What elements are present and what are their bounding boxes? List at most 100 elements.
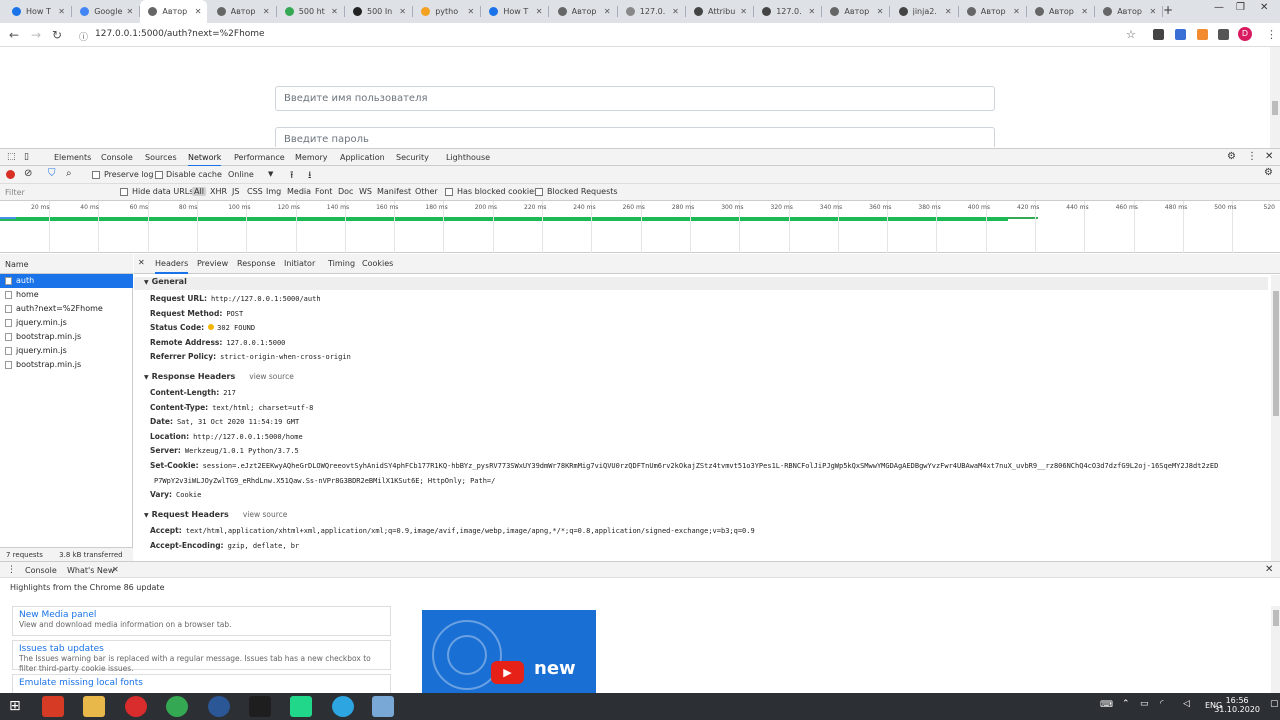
whats-new-video[interactable]: ▶ new xyxy=(422,610,596,693)
restore-icon[interactable]: ❐ xyxy=(1236,2,1245,13)
request-row[interactable]: jquery.min.js xyxy=(0,344,133,358)
youtube-play-icon[interactable]: ▶ xyxy=(491,661,524,684)
filter-type-xhr[interactable]: XHR xyxy=(210,187,227,196)
wifi-icon[interactable]: ◜ xyxy=(1160,699,1164,709)
filter-type-manifest[interactable]: Manifest xyxy=(377,187,411,196)
mysql-icon[interactable] xyxy=(249,696,271,717)
chevron-down-icon[interactable]: ▼ xyxy=(268,170,273,178)
filter-funnel-icon[interactable]: ⛉ xyxy=(48,168,56,179)
close-tab-icon[interactable]: ✕ xyxy=(399,7,406,16)
browser-tab[interactable]: Автор ✕ xyxy=(550,0,617,23)
browser-tab[interactable]: Автор ✕ xyxy=(822,0,889,23)
devtools-tab-elements[interactable]: Elements xyxy=(54,153,91,162)
close-tab-icon[interactable]: ✕ xyxy=(1013,7,1020,16)
browser-tab[interactable]: Автор ✕ xyxy=(959,0,1026,23)
chrome-icon[interactable] xyxy=(166,696,188,717)
detail-tab-headers[interactable]: Headers xyxy=(155,259,189,274)
menu-kebab-icon[interactable]: ⋮ xyxy=(1266,28,1277,41)
telegram-icon[interactable] xyxy=(332,696,354,717)
bookmark-star-icon[interactable]: ☆ xyxy=(1126,28,1136,41)
devtools-tab-security[interactable]: Security xyxy=(396,153,429,162)
detail-scrollbar[interactable] xyxy=(1271,275,1280,561)
blocked-requests-checkbox[interactable] xyxy=(535,188,543,196)
filter-type-all[interactable]: All xyxy=(192,187,206,196)
request-row[interactable]: jquery.min.js xyxy=(0,316,133,330)
headers-section-title[interactable]: ▼ Response Headers view source xyxy=(134,372,1268,385)
settings-gear-icon[interactable]: ⚙ xyxy=(1227,151,1236,162)
filter-type-font[interactable]: Font xyxy=(315,187,332,196)
browser-tab[interactable]: 500 ht ✕ xyxy=(277,0,344,23)
devtools-more-icon[interactable]: ⋮ xyxy=(1247,151,1257,162)
taskbar-app-icon[interactable] xyxy=(42,696,64,717)
inspect-element-icon[interactable]: ⬚ xyxy=(7,152,16,162)
request-row[interactable]: auth xyxy=(0,274,133,288)
drawer-tab-console[interactable]: Console xyxy=(25,566,57,575)
view-source-link[interactable]: view source xyxy=(249,372,294,381)
detail-tab-initiator[interactable]: Initiator xyxy=(284,259,315,268)
page-scrollbar[interactable] xyxy=(1270,47,1280,148)
close-tab-icon[interactable]: ✕ xyxy=(740,7,747,16)
close-tab-icon[interactable]: ✕ xyxy=(945,7,952,16)
close-tab-icon[interactable]: ✕ xyxy=(126,7,133,16)
reload-icon[interactable]: ↻ xyxy=(52,28,62,42)
close-devtools-icon[interactable]: ✕ xyxy=(1265,151,1273,162)
chevron-down-icon[interactable]: ▼ xyxy=(144,512,149,519)
close-tab-icon[interactable]: ✕ xyxy=(331,7,338,16)
detail-tab-response[interactable]: Response xyxy=(237,259,275,268)
filter-type-ws[interactable]: WS xyxy=(359,187,372,196)
request-row[interactable]: bootstrap.min.js xyxy=(0,330,133,344)
devtools-tab-sources[interactable]: Sources xyxy=(145,153,177,162)
clock[interactable]: 16:56 31.10.2020 xyxy=(1214,696,1260,714)
browser-tab[interactable]: 500 In ✕ xyxy=(345,0,412,23)
card-title-link[interactable]: New Media panel xyxy=(19,610,384,620)
browser-tab[interactable]: Автор ✕ xyxy=(209,0,276,23)
filter-type-img[interactable]: Img xyxy=(266,187,281,196)
card-title-link[interactable]: Emulate missing local fonts xyxy=(19,678,384,688)
pycharm-icon[interactable] xyxy=(290,696,312,717)
taskbar-app-icon[interactable] xyxy=(208,696,230,717)
close-window-icon[interactable]: ✕ xyxy=(1260,2,1268,13)
device-toolbar-icon[interactable]: ▯ xyxy=(24,152,29,162)
yandex-browser-icon[interactable] xyxy=(125,696,147,717)
clear-icon[interactable]: ⊘ xyxy=(24,168,32,179)
network-overview-timeline[interactable]: 20 ms 40 ms 60 ms 80 ms 100 ms 120 ms 140 ms 16… xyxy=(0,201,1280,253)
detail-tab-cookies[interactable]: Cookies xyxy=(362,259,393,268)
browser-tab[interactable]: Автор ✕ xyxy=(140,0,208,23)
close-tab-icon[interactable]: ✕ xyxy=(672,7,679,16)
browser-tab[interactable]: Attribu ✕ xyxy=(686,0,753,23)
browser-tab[interactable]: Google ✕ xyxy=(72,0,139,23)
close-tab-icon[interactable]: ✕ xyxy=(467,7,474,16)
drawer-scrollbar[interactable] xyxy=(1271,606,1280,693)
address-bar[interactable]: 127.0.0.1:5000/auth?next=%2Fhome xyxy=(95,29,265,39)
new-tab-icon[interactable]: + xyxy=(1163,3,1173,17)
close-tab-icon[interactable]: ✕ xyxy=(112,565,119,574)
extension-icon[interactable] xyxy=(1153,29,1164,40)
windows-start-icon[interactable]: ⊞ xyxy=(9,698,21,714)
request-row[interactable]: bootstrap.min.js xyxy=(0,358,133,372)
preserve-log-checkbox[interactable] xyxy=(92,171,100,179)
volume-icon[interactable]: ◁ xyxy=(1183,699,1190,709)
record-icon[interactable] xyxy=(6,170,15,179)
detail-tab-timing[interactable]: Timing xyxy=(328,259,355,268)
view-source-link[interactable]: view source xyxy=(243,510,288,519)
filter-type-css[interactable]: CSS xyxy=(247,187,263,196)
close-drawer-icon[interactable]: ✕ xyxy=(1265,564,1273,575)
name-column-header[interactable]: Name xyxy=(5,260,29,269)
notifications-icon[interactable]: ▢ xyxy=(1270,699,1279,709)
disable-cache-checkbox[interactable] xyxy=(155,171,163,179)
devtools-tab-network[interactable]: Network xyxy=(188,153,222,167)
extensions-puzzle-icon[interactable] xyxy=(1218,29,1229,40)
extension-icon[interactable] xyxy=(1197,29,1208,40)
card-title-link[interactable]: Issues tab updates xyxy=(19,644,384,654)
chevron-down-icon[interactable]: ▼ xyxy=(144,374,149,381)
browser-tab[interactable]: jinja2. ✕ xyxy=(891,0,958,23)
forward-icon[interactable]: → xyxy=(31,28,41,42)
password-input[interactable]: Введите пароль xyxy=(275,127,995,147)
taskbar-app-icon[interactable] xyxy=(372,696,394,717)
close-detail-icon[interactable]: ✕ xyxy=(138,258,145,267)
has-blocked-cookies-checkbox[interactable] xyxy=(445,188,453,196)
network-icon[interactable]: ▭ xyxy=(1140,699,1149,709)
browser-tab[interactable]: 127.0. ✕ xyxy=(754,0,821,23)
search-icon[interactable]: ⌕ xyxy=(66,168,72,179)
devtools-tab-lighthouse[interactable]: Lighthouse xyxy=(446,153,490,162)
